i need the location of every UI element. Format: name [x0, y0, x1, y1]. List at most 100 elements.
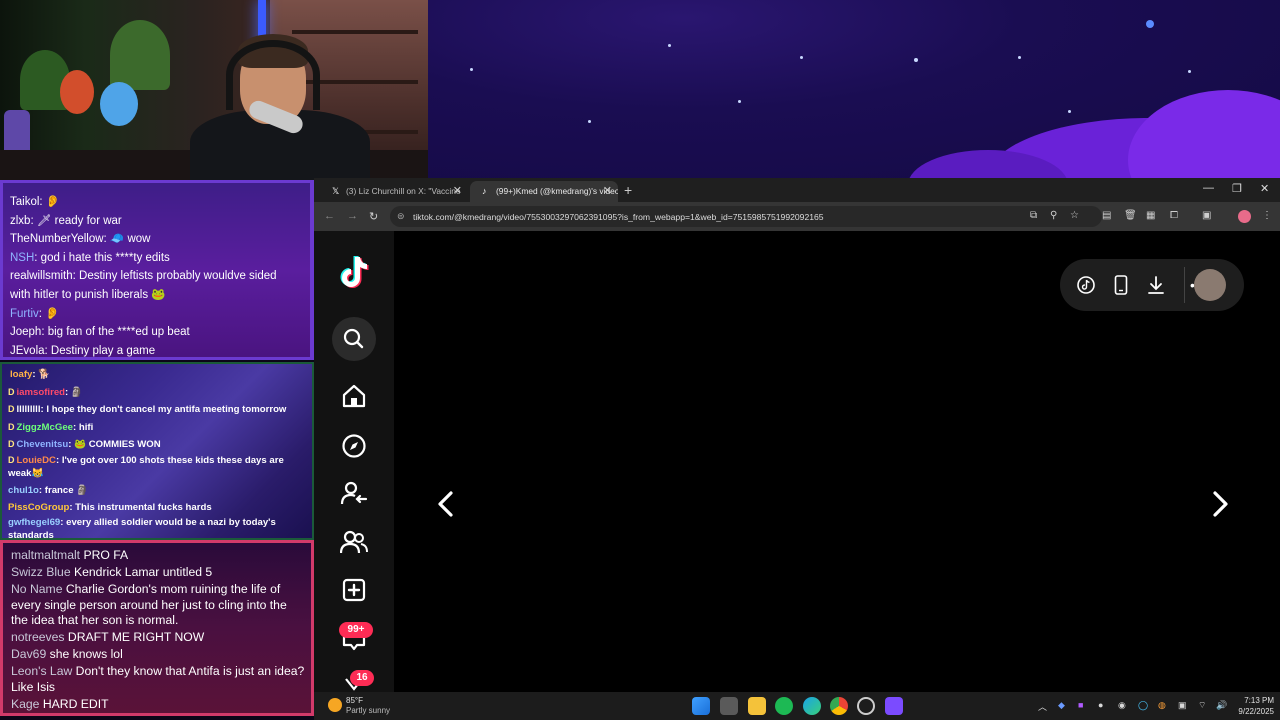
tab-title: (3) Liz Churchill on X: "Vaccine [346, 186, 461, 196]
search-button[interactable] [332, 317, 376, 361]
weather-condition: Partly sunny [346, 706, 391, 715]
chat-message: Swizz Blue Kendrick Lamar untitled 5 [11, 565, 305, 581]
chat-username: Taikol [10, 196, 40, 208]
system-clock[interactable]: 7:13 PM 9/22/2025 [1234, 695, 1274, 717]
tab-tiktok[interactable]: ♪ (99+)Kmed (@kmedrang)'s video ✕ [470, 181, 618, 202]
tiktok-logo-icon[interactable] [338, 255, 370, 291]
chat-username: Furtiv [10, 307, 39, 320]
spotify-icon[interactable] [775, 697, 793, 715]
tray-app-icon[interactable]: ▣ [1178, 700, 1187, 711]
chat-username: Leon's Law [11, 664, 73, 678]
sidebar-icon[interactable]: ▣ [1202, 210, 1211, 221]
tray-app-icon[interactable]: ◆ [1058, 700, 1065, 711]
chat-text: : 🧢 wow [103, 233, 151, 246]
tiktok-music-icon[interactable] [1076, 275, 1096, 295]
chat-username: PissCoGroup [8, 501, 70, 513]
avatar[interactable] [1194, 269, 1226, 301]
site-info-icon[interactable]: ⊜ [397, 211, 405, 222]
close-icon[interactable]: ✕ [603, 184, 612, 197]
sub-badge-icon: D [8, 454, 15, 465]
url-text: tiktok.com/@kmedrang/video/7553003297062… [413, 212, 824, 222]
chat-message: TheNumberYellow: 🧢 wow [10, 230, 304, 249]
tiktok-icon: ♪ [482, 186, 487, 196]
chrome-icon[interactable] [830, 697, 848, 715]
chat-message: with hitler to punish liberals 🐸 [10, 286, 304, 305]
trash-icon[interactable]: 🗑 [1124, 210, 1137, 221]
previous-arrow-icon[interactable] [432, 489, 462, 519]
search-icon [343, 328, 364, 349]
windows-start-icon[interactable] [692, 697, 710, 715]
phone-icon[interactable] [1113, 275, 1129, 295]
inbox-badge: 99+ [339, 622, 373, 638]
upload-icon[interactable] [340, 576, 368, 604]
extension-icon[interactable]: ▦ [1146, 210, 1155, 221]
weather-widget[interactable]: 85°F Partly sunny [328, 695, 408, 717]
minimize-button[interactable]: — [1203, 182, 1214, 194]
obs-icon[interactable] [857, 697, 875, 715]
tray-app-icon[interactable]: ◯ [1138, 700, 1148, 711]
video-player-area[interactable]: •• [394, 231, 1280, 692]
tray-app-icon[interactable]: ◉ [1118, 700, 1126, 711]
menu-dots-icon[interactable]: ⋮ [1262, 210, 1272, 221]
home-icon[interactable] [340, 382, 368, 410]
task-view-icon[interactable] [720, 697, 738, 715]
wifi-icon[interactable]: ⌔ [1198, 700, 1206, 711]
file-explorer-icon[interactable] [748, 697, 766, 715]
profile-badge: 16 [350, 670, 374, 686]
friends-icon[interactable] [340, 528, 368, 556]
sub-badge-icon: D [8, 404, 15, 415]
chat-text: : hifi [73, 421, 94, 433]
chat-username: maltmaltmalt [11, 548, 81, 562]
steam-icon[interactable]: ● [1098, 700, 1103, 710]
restore-button[interactable]: ❐ [1232, 182, 1242, 195]
video-controls-pill: •• [1060, 259, 1244, 311]
chat-username: iamsofired [16, 386, 66, 398]
address-bar: ← → ↻ ⊜ tiktok.com/@kmedrang/video/75530… [314, 202, 1280, 231]
chat-text: : 🗿 [65, 386, 83, 398]
volume-icon[interactable]: 🔊 [1216, 700, 1227, 711]
chat-username: Joeph [10, 326, 42, 339]
chat-username: Dav69 [11, 647, 47, 661]
zoom-icon[interactable]: ⚲ [1050, 210, 1057, 221]
screen-capture-icon[interactable]: ⧉ [1030, 210, 1037, 221]
chat-text: DRAFT ME RIGHT NOW [67, 630, 205, 644]
chat-text: : 🗡 ready for war [30, 214, 122, 227]
url-field[interactable]: ⊜ tiktok.com/@kmedrang/video/75530032970… [390, 206, 1102, 227]
chat-text: with hitler to punish liberals 🐸 [10, 288, 166, 301]
close-window-button[interactable]: ✕ [1260, 182, 1269, 195]
tray-app-icon[interactable]: ■ [1078, 700, 1083, 710]
download-icon[interactable] [1146, 275, 1166, 295]
chat-message: D ZiggzMcGee: hifi [8, 419, 308, 437]
next-arrow-icon[interactable] [1204, 489, 1234, 519]
edge-icon[interactable] [803, 697, 821, 715]
tiktok-sidebar: 99+ 16 [314, 231, 394, 692]
chat-message: PissCoGroup: This instrumental fucks har… [8, 500, 308, 517]
tab-bar: 𝕏 (3) Liz Churchill on X: "Vaccine ✕ ♪ (… [314, 178, 1280, 202]
document-icon[interactable]: ▤ [1102, 210, 1111, 221]
chat-username: Swizz Blue [11, 565, 71, 579]
app-icon[interactable] [885, 697, 903, 715]
back-button[interactable]: ← [324, 210, 335, 222]
reload-button[interactable]: ↻ [369, 210, 378, 223]
puzzle-icon[interactable]: ⧠ [1170, 210, 1178, 221]
following-icon[interactable] [340, 479, 368, 507]
forward-button[interactable]: → [347, 210, 358, 222]
bookmark-star-icon[interactable]: ☆ [1070, 210, 1079, 221]
chat-message: gwfhegel69: every allied soldier would b… [8, 516, 308, 538]
chat-panel-youtube: maltmaltmalt PRO FA Swizz Blue Kendrick … [0, 540, 314, 716]
chat-text: : I hope they don't cancel my antifa mee… [40, 404, 287, 416]
close-icon[interactable]: ✕ [453, 184, 462, 197]
chat-message: notreeves DRAFT ME RIGHT NOW [11, 630, 305, 646]
tab-x[interactable]: 𝕏 (3) Liz Churchill on X: "Vaccine ✕ [320, 181, 468, 202]
chat-text: she knows lol [49, 647, 123, 661]
toy-figure [60, 70, 94, 114]
chat-text: : big fan of the ****ed up beat [41, 326, 190, 339]
profile-avatar[interactable] [1238, 210, 1251, 223]
tray-app-icon[interactable]: ◍ [1158, 700, 1166, 711]
chat-message: Joeph: big fan of the ****ed up beat [10, 323, 304, 342]
tray-chevron-icon[interactable]: ︿ [1038, 700, 1047, 713]
new-tab-button[interactable]: + [624, 182, 632, 198]
explore-compass-icon[interactable] [340, 432, 368, 460]
chat-message: JEvola: Destiny play a game [10, 342, 304, 357]
chat-message: D Chevenitsu: 🐸 COMMIES WON [8, 436, 308, 454]
